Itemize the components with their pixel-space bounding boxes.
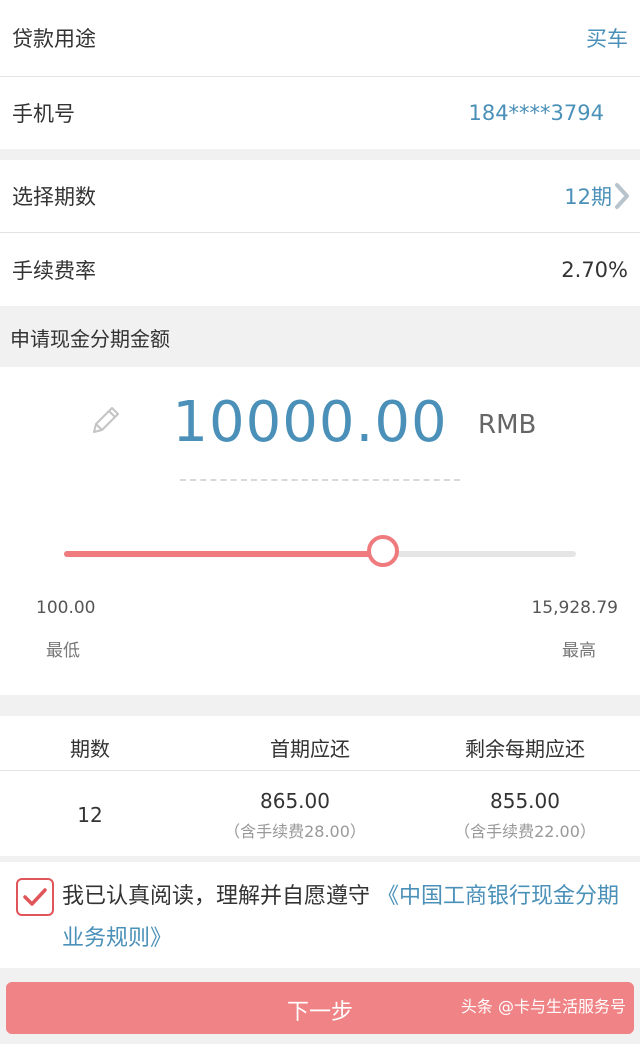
watermark: 头条 @卡与生活服务号 (460, 997, 626, 1016)
table-cell-first-payment: 865.00 (260, 789, 330, 813)
agreement-checkbox[interactable] (16, 878, 54, 916)
loan-purpose-value: 买车 (586, 27, 628, 51)
amount-underline (180, 479, 460, 481)
table-cell-remaining-fee: （含手续费22.00） (454, 822, 596, 841)
min-label: 最低 (46, 641, 80, 661)
phone-value: 184****3794 (468, 101, 604, 125)
phone-label: 手机号 (12, 102, 75, 126)
checkmark-icon (23, 888, 47, 906)
max-label: 最高 (562, 641, 596, 661)
period-label: 选择期数 (12, 185, 96, 209)
currency-label: RMB (478, 410, 537, 440)
divider (0, 770, 640, 771)
period-select-row[interactable]: 选择期数 12期 (0, 160, 640, 232)
fee-rate-row: 手续费率 2.70% (0, 233, 640, 306)
loan-purpose-row[interactable]: 贷款用途 买车 (0, 0, 640, 76)
amount-section-title: 申请现金分期金额 (0, 307, 640, 367)
amount-value[interactable]: 10000.00 (0, 390, 640, 455)
agreement-statement: 我已认真阅读，理解并自愿遵守 (62, 884, 371, 909)
fee-rate-label: 手续费率 (12, 258, 96, 283)
table-header-remaining-payment: 剩余每期应还 (465, 737, 585, 761)
table-header-periods: 期数 (70, 737, 110, 761)
table-cell-remaining-payment: 855.00 (490, 789, 560, 813)
slider-fill (64, 551, 383, 557)
table-header-first-payment: 首期应还 (270, 737, 350, 761)
agreement-text: 我已认真阅读，理解并自愿遵守 《中国工商银行现金分期业务规则》 (62, 876, 632, 960)
phone-row: 手机号 184****3794 (0, 77, 640, 149)
max-value: 15,928.79 (531, 598, 618, 618)
fee-rate-value: 2.70% (561, 257, 628, 282)
chevron-right-icon (615, 183, 629, 209)
loan-purpose-label: 贷款用途 (12, 27, 96, 51)
period-value: 12期 (564, 185, 612, 209)
table-cell-first-fee: （含手续费28.00） (224, 822, 366, 841)
table-cell-periods: 12 (77, 803, 103, 827)
min-value: 100.00 (36, 598, 96, 618)
slider-thumb[interactable] (366, 535, 399, 567)
